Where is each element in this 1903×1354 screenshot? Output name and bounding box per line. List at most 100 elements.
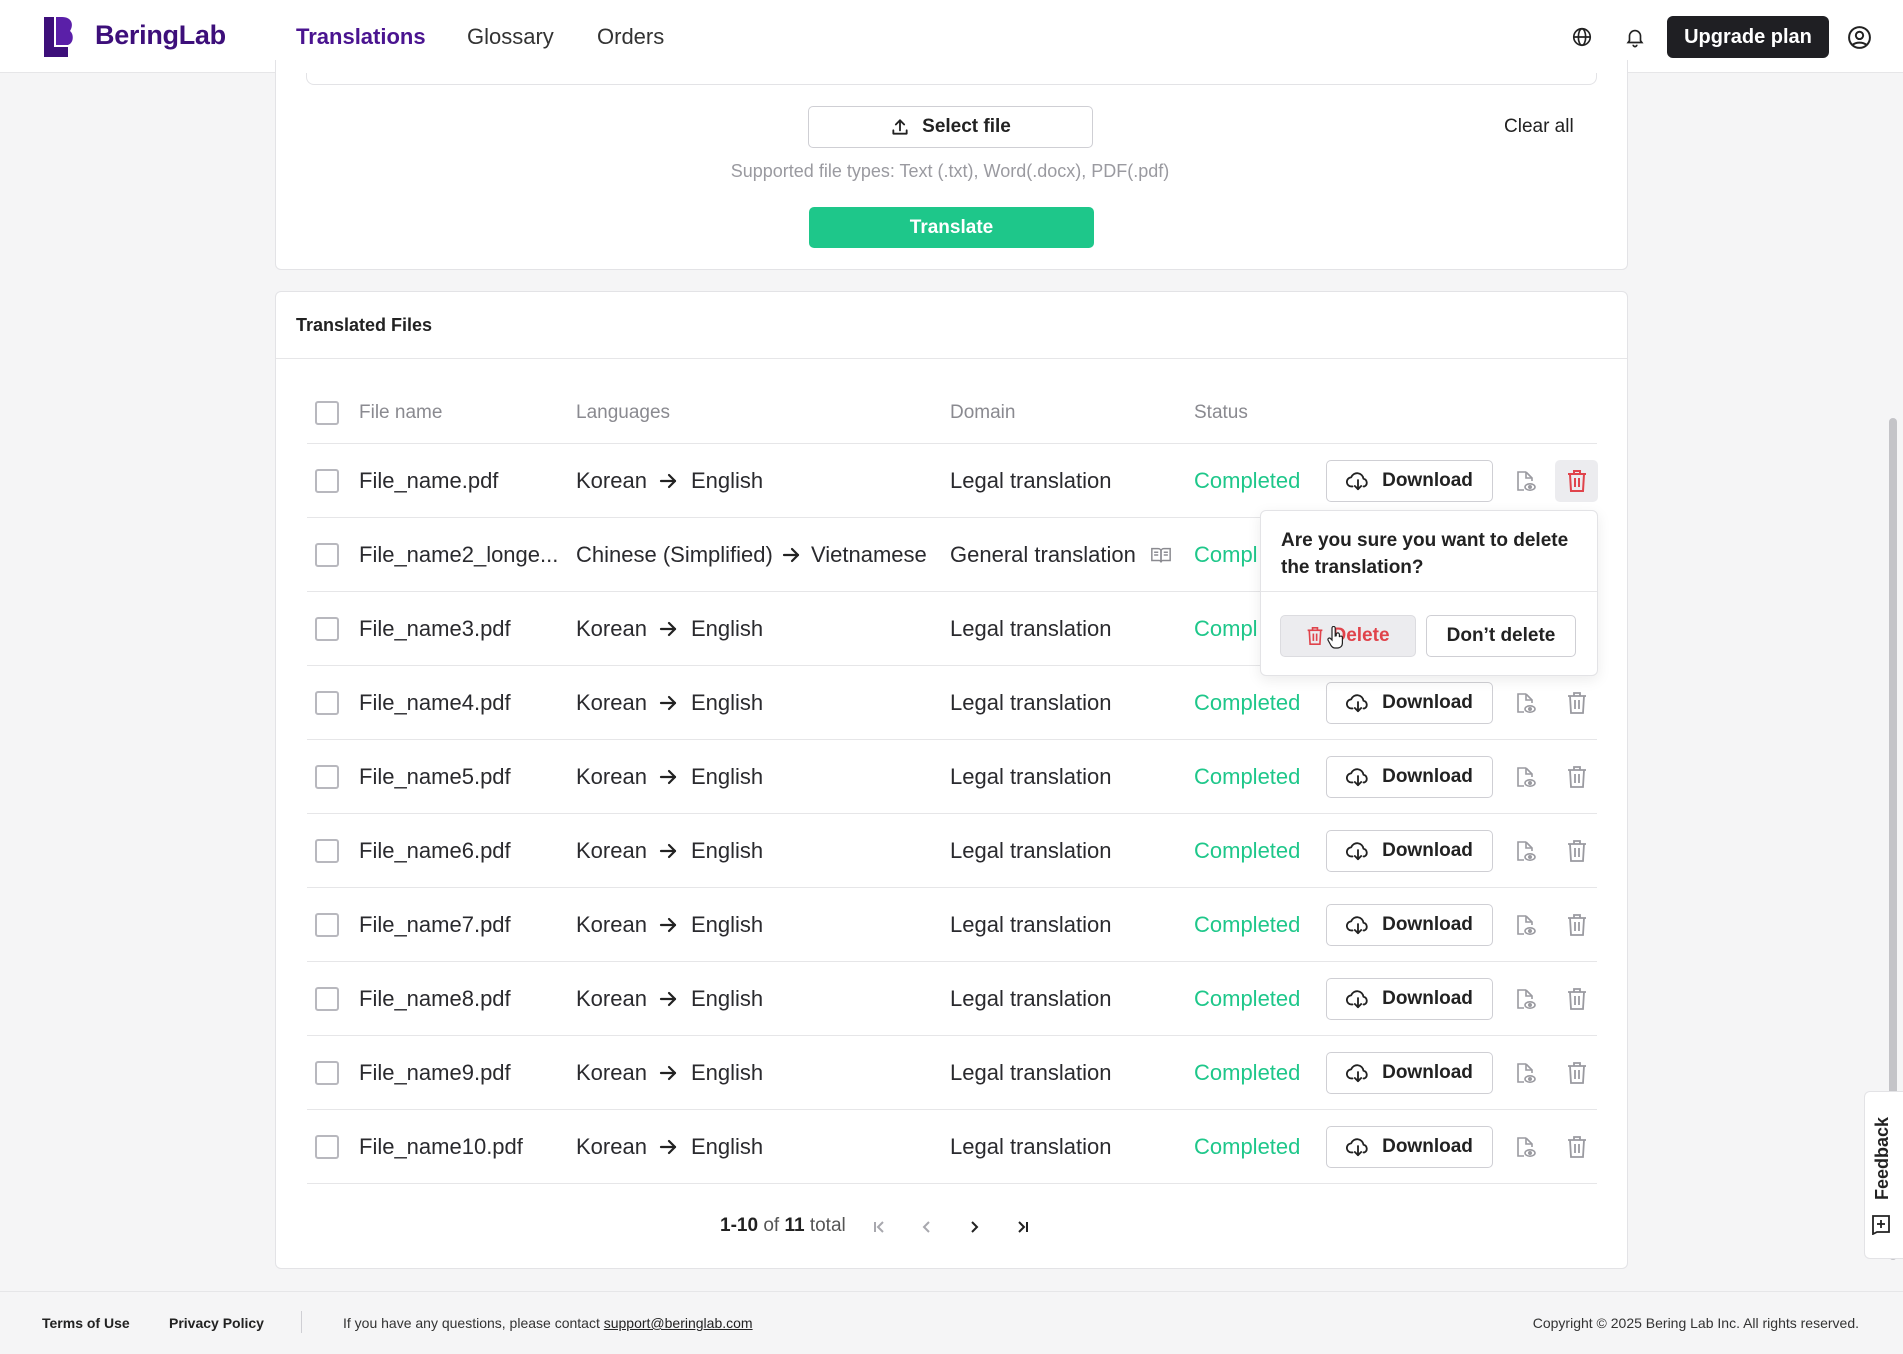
cancel-delete-button[interactable]: Don’t delete bbox=[1426, 615, 1576, 657]
row-checkbox[interactable] bbox=[315, 543, 339, 567]
file-name-cell[interactable]: File_name6.pdf bbox=[359, 838, 511, 864]
header-divider bbox=[307, 443, 1597, 444]
feedback-plus-icon[interactable] bbox=[1870, 1213, 1892, 1235]
column-header-file-name[interactable]: File name bbox=[359, 402, 442, 424]
column-header-languages[interactable]: Languages bbox=[576, 402, 670, 424]
source-language-cell: Korean bbox=[576, 690, 647, 715]
row-checkbox[interactable] bbox=[315, 913, 339, 937]
file-name-cell[interactable]: File_name.pdf bbox=[359, 468, 498, 494]
select-file-button[interactable]: Select file bbox=[808, 106, 1093, 148]
last-page-icon[interactable] bbox=[1012, 1216, 1032, 1238]
target-language-cell: English bbox=[691, 912, 764, 937]
download-button[interactable]: Download bbox=[1326, 830, 1493, 872]
file-name-cell[interactable]: File_name7.pdf bbox=[359, 912, 511, 938]
download-button[interactable]: Download bbox=[1326, 1126, 1493, 1168]
download-button[interactable]: Download bbox=[1326, 904, 1493, 946]
row-checkbox[interactable] bbox=[315, 987, 339, 1011]
translate-button[interactable]: Translate bbox=[809, 207, 1094, 248]
cloud-download-icon bbox=[1346, 842, 1368, 861]
row-checkbox[interactable] bbox=[315, 617, 339, 641]
user-circle-icon[interactable] bbox=[1847, 25, 1872, 50]
row-checkbox[interactable] bbox=[315, 1135, 339, 1159]
trash-icon[interactable] bbox=[1566, 765, 1588, 789]
file-preview-icon[interactable] bbox=[1513, 913, 1537, 937]
cloud-download-icon bbox=[1346, 472, 1368, 491]
arrow-right-icon bbox=[659, 843, 677, 859]
first-page-icon[interactable] bbox=[870, 1216, 890, 1238]
row-divider bbox=[307, 739, 1597, 740]
file-preview-icon[interactable] bbox=[1513, 469, 1537, 493]
bell-icon[interactable] bbox=[1624, 26, 1646, 48]
privacy-policy-link[interactable]: Privacy Policy bbox=[169, 1315, 264, 1331]
target-language-cell: English bbox=[691, 1060, 764, 1085]
row-checkbox[interactable] bbox=[315, 691, 339, 715]
download-button[interactable]: Download bbox=[1326, 978, 1493, 1020]
arrow-right-icon bbox=[659, 695, 677, 711]
domain-cell: Legal translation bbox=[950, 838, 1112, 863]
arrow-right-icon bbox=[659, 1065, 677, 1081]
trash-icon[interactable] bbox=[1566, 839, 1588, 863]
file-preview-icon[interactable] bbox=[1513, 839, 1537, 863]
cloud-download-icon bbox=[1346, 768, 1368, 787]
feedback-label[interactable]: Feedback bbox=[1872, 1117, 1893, 1200]
tab-orders[interactable]: Orders bbox=[597, 24, 664, 50]
file-preview-icon[interactable] bbox=[1513, 987, 1537, 1011]
pagination-summary: 1-10 of 11 total bbox=[720, 1215, 846, 1237]
arrow-right-icon bbox=[659, 1139, 677, 1155]
download-button[interactable]: Download bbox=[1326, 1052, 1493, 1094]
support-email-link[interactable]: support@beringlab.com bbox=[604, 1315, 753, 1331]
file-preview-icon[interactable] bbox=[1513, 1135, 1537, 1159]
globe-icon[interactable] bbox=[1571, 26, 1593, 48]
file-name-cell[interactable]: File_name4.pdf bbox=[359, 690, 511, 716]
trash-icon[interactable] bbox=[1566, 1061, 1588, 1085]
copyright-text: Copyright © 2025 Bering Lab Inc. All rig… bbox=[1532, 1315, 1859, 1331]
file-name-cell[interactable]: File_name2_longe... bbox=[359, 542, 558, 568]
trash-icon[interactable] bbox=[1566, 691, 1588, 715]
select-all-checkbox[interactable] bbox=[315, 401, 339, 425]
row-checkbox[interactable] bbox=[315, 469, 339, 493]
download-button[interactable]: Download bbox=[1326, 756, 1493, 798]
next-page-icon[interactable] bbox=[964, 1216, 984, 1238]
terms-of-use-link[interactable]: Terms of Use bbox=[42, 1315, 130, 1331]
cloud-download-icon bbox=[1346, 694, 1368, 713]
tab-translations[interactable]: Translations bbox=[296, 24, 426, 50]
file-name-cell[interactable]: File_name8.pdf bbox=[359, 986, 511, 1012]
status-badge: Completed bbox=[1194, 986, 1301, 1011]
file-name-cell[interactable]: File_name10.pdf bbox=[359, 1134, 523, 1160]
previous-page-icon[interactable] bbox=[917, 1216, 937, 1238]
row-checkbox[interactable] bbox=[315, 1061, 339, 1085]
file-preview-icon[interactable] bbox=[1513, 765, 1537, 789]
row-checkbox[interactable] bbox=[315, 839, 339, 863]
trash-icon[interactable] bbox=[1566, 987, 1588, 1011]
trash-icon[interactable] bbox=[1566, 1135, 1588, 1159]
upgrade-plan-button[interactable]: Upgrade plan bbox=[1667, 16, 1829, 58]
row-divider bbox=[307, 1035, 1597, 1036]
domain-cell: Legal translation bbox=[950, 1060, 1112, 1085]
tab-glossary[interactable]: Glossary bbox=[467, 24, 554, 50]
file-name-cell[interactable]: File_name3.pdf bbox=[359, 616, 511, 642]
trash-icon[interactable] bbox=[1566, 469, 1588, 493]
arrow-right-icon bbox=[659, 621, 677, 637]
download-label: Download bbox=[1382, 988, 1473, 1009]
domain-cell: Legal translation bbox=[950, 468, 1112, 493]
download-button[interactable]: Download bbox=[1326, 460, 1493, 502]
domain-cell: Legal translation bbox=[950, 986, 1112, 1011]
row-checkbox[interactable] bbox=[315, 765, 339, 789]
status-badge: Completed bbox=[1194, 468, 1301, 493]
file-preview-icon[interactable] bbox=[1513, 691, 1537, 715]
confirm-delete-button[interactable]: Delete bbox=[1280, 615, 1416, 657]
download-label: Download bbox=[1382, 1062, 1473, 1083]
trash-icon[interactable] bbox=[1566, 913, 1588, 937]
file-preview-icon[interactable] bbox=[1513, 1061, 1537, 1085]
download-button[interactable]: Download bbox=[1326, 682, 1493, 724]
column-header-domain[interactable]: Domain bbox=[950, 402, 1015, 424]
beringlab-logo-icon[interactable] bbox=[42, 15, 76, 59]
file-name-cell[interactable]: File_name5.pdf bbox=[359, 764, 511, 790]
column-header-status[interactable]: Status bbox=[1194, 402, 1248, 424]
cloud-download-icon bbox=[1346, 1064, 1368, 1083]
clear-all-button[interactable]: Clear all bbox=[1504, 116, 1574, 138]
domain-cell: Legal translation bbox=[950, 690, 1112, 715]
target-language-cell: English bbox=[691, 986, 764, 1011]
file-name-cell[interactable]: File_name9.pdf bbox=[359, 1060, 511, 1086]
brand-name[interactable]: BeringLab bbox=[95, 20, 226, 51]
